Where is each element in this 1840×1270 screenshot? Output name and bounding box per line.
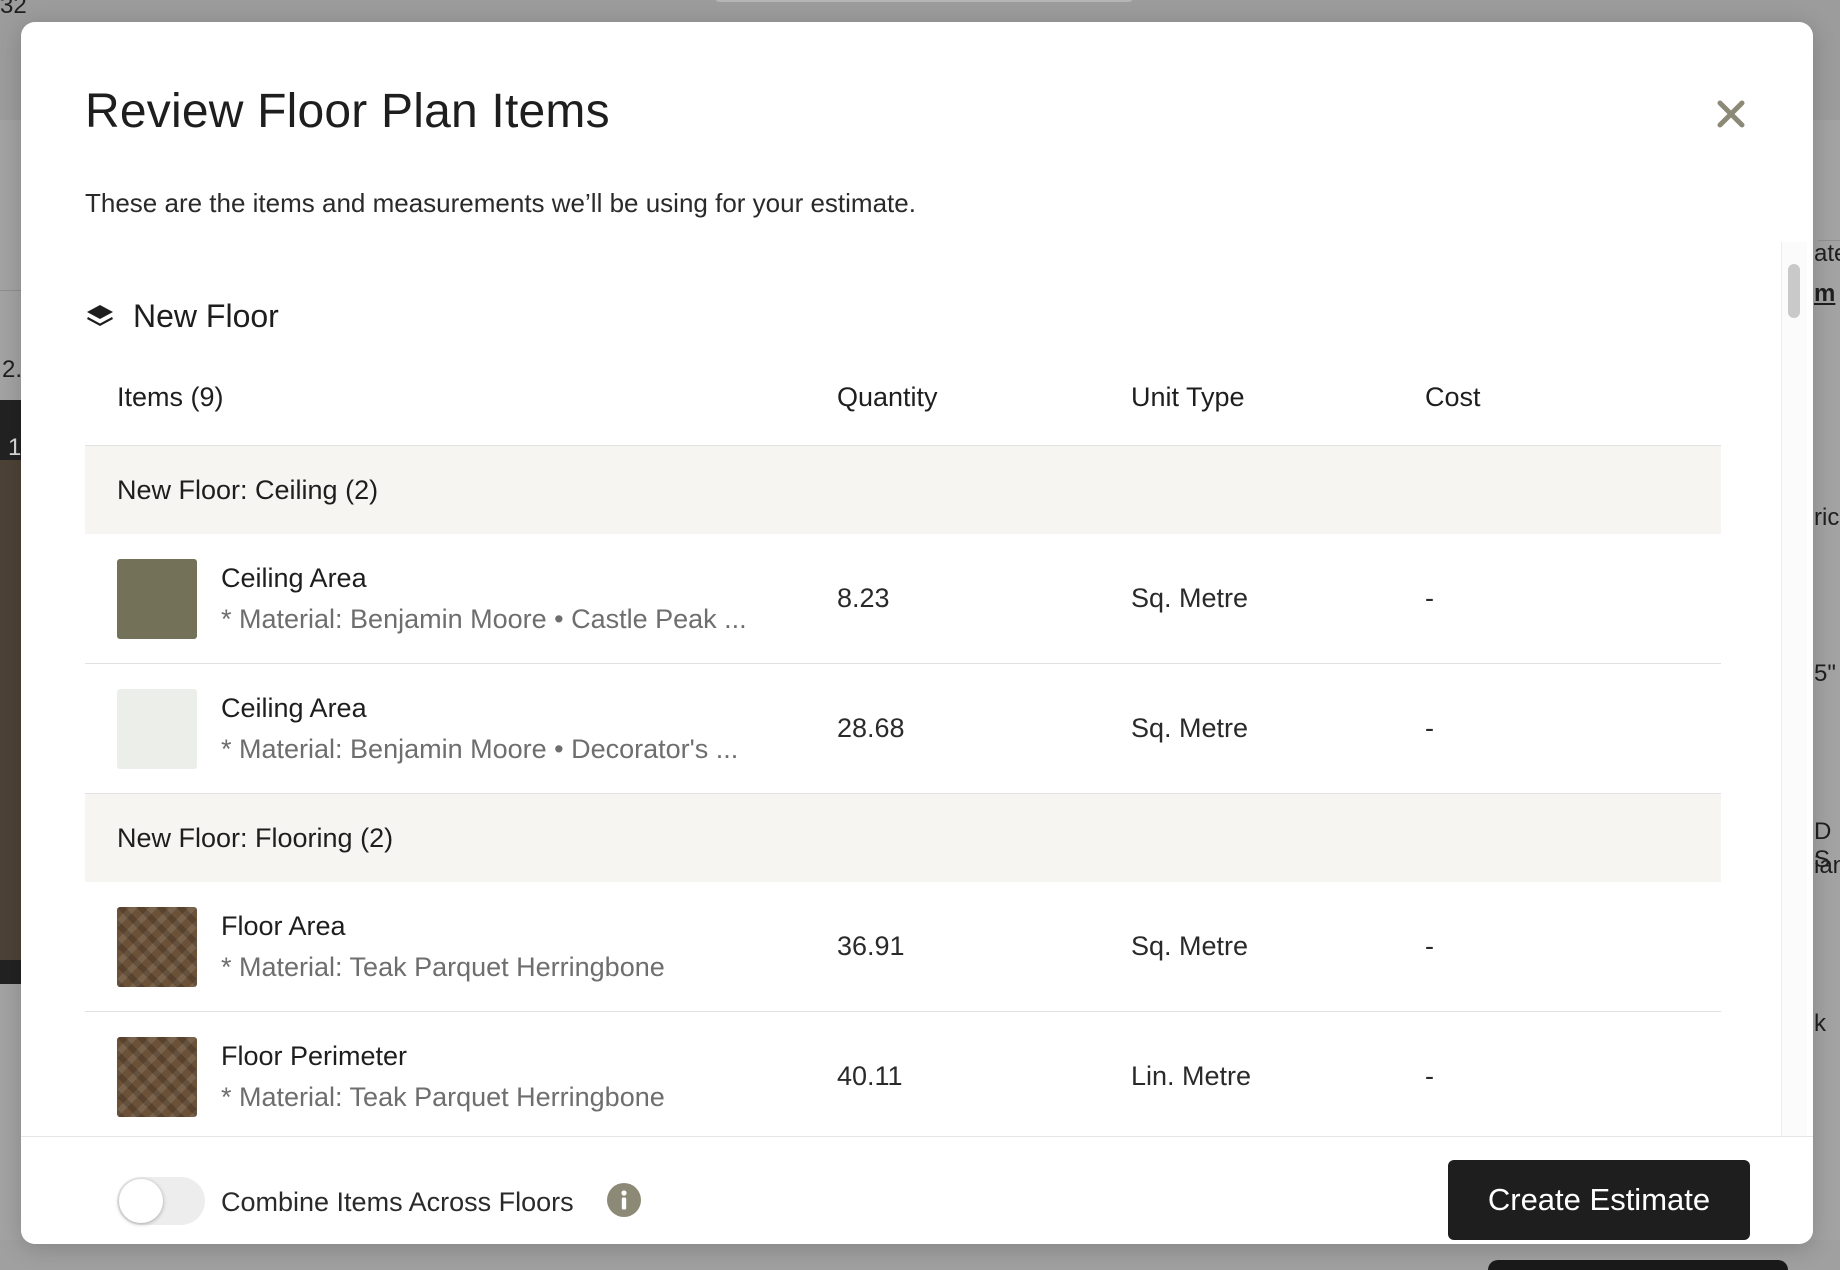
item-quantity: 28.68 [837,713,905,743]
combine-floors-toggle[interactable] [117,1177,205,1225]
background-text: m [1814,280,1836,307]
background-dark-bar [0,960,22,984]
background-text: 5" [1814,660,1836,687]
item-cost: - [1425,931,1434,961]
item-quantity: 8.23 [837,583,890,613]
item-cell: Ceiling Area * Material: Benjamin Moore … [85,688,837,769]
toggle-knob [119,1179,163,1223]
background-pill [714,0,1134,2]
item-text: Floor Area * Material: Teak Parquet Herr… [221,911,665,983]
floor-title: New Floor [133,298,279,334]
item-material: * Material: Benjamin Moore • Castle Peak… [221,603,747,634]
background-divider [0,290,22,291]
material-swatch [117,558,197,639]
item-material: * Material: Teak Parquet Herringbone [221,951,665,982]
table-row[interactable]: Ceiling Area * Material: Benjamin Moore … [85,534,1721,664]
table-row[interactable]: Ceiling Area * Material: Benjamin Moore … [85,664,1721,794]
item-unit: Sq. Metre [1131,931,1249,961]
item-quantity: 36.91 [837,931,905,961]
item-unit: Sq. Metre [1131,583,1249,613]
item-cost: - [1425,1061,1434,1091]
item-cell: Floor Perimeter * Material: Teak Parquet… [85,1036,837,1117]
items-table: Items (9) Quantity Unit Type Cost New Fl… [85,350,1721,1136]
background-text: 2. [2,356,23,383]
item-material: * Material: Benjamin Moore • Decorator's… [221,733,739,764]
scrollbar[interactable] [1781,242,1807,1136]
background-text: ric [1814,504,1840,531]
item-name: Ceiling Area [221,562,367,593]
close-button[interactable] [1711,94,1751,134]
item-unit: Lin. Metre [1131,1061,1252,1091]
header-items: Items (9) [117,382,224,412]
review-floor-plan-modal: Review Floor Plan Items These are the it… [21,22,1813,1244]
item-cell: Floor Area * Material: Teak Parquet Herr… [85,906,837,987]
item-text: Ceiling Area * Material: Benjamin Moore … [221,563,747,635]
header-unit-type: Unit Type [1131,382,1245,412]
table-row[interactable]: Floor Perimeter * Material: Teak Parquet… [85,1012,1721,1136]
table-row[interactable]: Floor Area * Material: Teak Parquet Herr… [85,882,1721,1012]
background-text: 1 [8,434,22,461]
item-unit: Sq. Metre [1131,713,1249,743]
scrollbar-thumb[interactable] [1788,264,1800,318]
modal-subtitle: These are the items and measurements we’… [85,188,916,218]
info-icon[interactable] [607,1183,641,1217]
background-text: ate [1814,240,1840,267]
item-cost: - [1425,583,1434,613]
modal-title: Review Floor Plan Items [85,85,610,138]
combine-floors-label: Combine Items Across Floors [221,1187,574,1217]
item-name: Floor Area [221,910,346,941]
header-quantity: Quantity [837,382,938,412]
header-cost: Cost [1425,382,1481,412]
background-floor-texture [0,400,22,980]
material-swatch [117,1036,197,1117]
item-name: Floor Perimeter [221,1040,408,1071]
item-text: Ceiling Area * Material: Benjamin Moore … [221,693,738,765]
material-swatch [117,906,197,987]
floor-header: New Floor [85,298,279,335]
items-scroll-area[interactable]: New Floor Items (9) Quantity Unit Type C… [21,242,1813,1136]
background-button [1488,1260,1788,1270]
item-cost: - [1425,713,1434,743]
item-cell: Ceiling Area * Material: Benjamin Moore … [85,558,837,639]
background-text: 32 [0,0,27,19]
layers-icon [87,304,113,326]
info-glyph [621,1190,627,1210]
background-text: ian [1814,852,1840,879]
table-header: Items (9) Quantity Unit Type Cost [85,350,1721,446]
modal-footer: Combine Items Across Floors Create Estim… [21,1136,1813,1244]
group-row-ceiling: New Floor: Ceiling (2) [85,446,1721,534]
create-estimate-button[interactable]: Create Estimate [1448,1160,1750,1240]
item-text: Floor Perimeter * Material: Teak Parquet… [221,1041,665,1113]
item-name: Ceiling Area [221,692,367,723]
item-quantity: 40.11 [837,1061,903,1091]
background-text: k [1814,1010,1826,1037]
group-row-flooring: New Floor: Flooring (2) [85,794,1721,882]
item-material: * Material: Teak Parquet Herringbone [221,1081,665,1112]
material-swatch [117,688,197,769]
close-icon [1717,100,1745,128]
